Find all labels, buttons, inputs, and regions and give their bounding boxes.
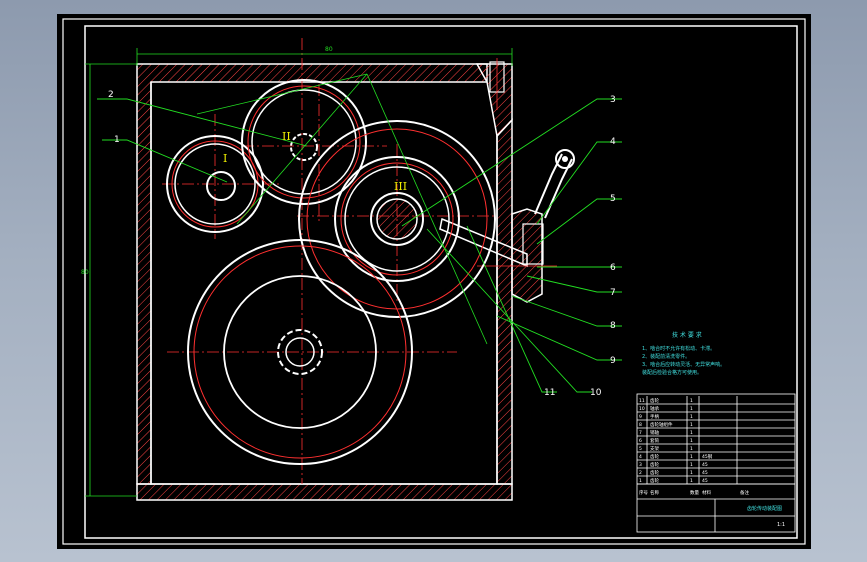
outer-frame [62,18,806,545]
parts-header-no: 序号 [639,489,648,496]
parts-cell-no: 1 [639,478,642,484]
parts-cell-name: 销轴 [650,429,659,436]
parts-cell-no: 2 [639,470,642,476]
title-block: 11 齿轮 110 轴承 19 手柄 18 齿轮轴组件 17 销轴 16 套筒 15 支架 14 齿轮 1 45钢… [636,393,796,533]
parts-cell-name: 齿轮 [650,469,659,476]
parts-cell-mat: 45 [702,462,708,468]
gear-assembly-drawing: 80 80 1 2 3 4 5 6 7 8 9 10 11 I II III 技… [62,18,806,545]
parts-cell-qty: 1 [690,478,693,484]
parts-cell-qty: 1 [690,406,693,412]
gearbox-housing [136,58,513,501]
parts-header-qty: 数量 [690,489,699,496]
tech-requirements: 技 术 要 求 1、啮合时不允许有松动、卡滞。 2、装配前清洗零件。 3、啮合后… [642,331,725,376]
parts-cell-no: 3 [639,462,642,468]
cad-viewport[interactable]: 80 80 1 2 3 4 5 6 7 8 9 10 11 I II III 技… [57,14,811,549]
parts-cell-name: 支架 [650,445,659,452]
parts-cell-qty: 1 [690,454,693,460]
parts-cell-qty: 1 [690,438,693,444]
parts-cell-mat: 45 [702,470,708,476]
gear-label-1: I [223,152,227,165]
callout-5: 5 [610,194,616,204]
parts-cell-no: 11 [639,398,645,404]
gear-label-2: II [282,130,291,143]
drawing-scale: 1:1 [777,522,785,528]
parts-cell-no: 8 [639,422,642,428]
gear-label-3: III [394,180,407,193]
parts-cell-qty: 1 [690,414,693,420]
parts-cell-mat: 45 [702,478,708,484]
parts-cell-no: 10 [639,406,645,412]
centerlines [162,38,497,484]
inner-frame [84,25,798,539]
callout-3: 3 [610,95,616,105]
parts-cell-name: 套筒 [650,437,659,444]
parts-cell-name: 齿轮 [650,477,659,484]
parts-cell-no: 7 [639,430,642,436]
parts-cell-qty: 1 [690,430,693,436]
parts-cell-qty: 1 [690,446,693,452]
drawing-name: 齿轮传动装配图 [747,505,782,512]
parts-cell-name: 齿轮 [650,453,659,460]
parts-cell-no: 6 [639,438,642,444]
callout-6: 6 [610,263,616,273]
parts-cell-qty: 1 [690,422,693,428]
tech-req-line-4: 装配后检验合格方可使用。 [642,369,702,376]
callout-8: 8 [610,321,616,331]
parts-header-mat: 材料 [702,489,711,496]
parts-cell-no: 4 [639,454,642,460]
parts-cell-mat: 45钢 [702,453,713,460]
callout-10: 10 [590,388,602,398]
callout-9: 9 [610,356,616,366]
tech-req-line-2: 2、装配前清洗零件。 [642,353,690,360]
tech-req-line-3: 3、啮合后应转动灵活、无异常声响。 [642,361,725,368]
callout-2: 2 [108,90,114,100]
parts-cell-name: 手柄 [650,413,659,420]
callout-4: 4 [610,137,616,147]
callout-1: 1 [114,135,120,145]
tech-req-title: 技 术 要 求 [672,331,702,339]
parts-cell-no: 5 [639,446,642,452]
parts-header-name: 名称 [650,489,659,496]
parts-cell-qty: 1 [690,462,693,468]
parts-header-note: 备注 [740,489,749,496]
callout-11: 11 [544,388,555,398]
parts-cell-name: 齿轮轴组件 [650,421,673,428]
tech-req-line-1: 1、啮合时不允许有松动、卡滞。 [642,345,715,352]
parts-cell-qty: 1 [690,470,693,476]
dimension-top-text: 80 [325,46,333,53]
dimension-left-text: 80 [81,269,89,276]
parts-cell-qty: 1 [690,398,693,404]
callout-7: 7 [610,288,616,298]
parts-cell-no: 9 [639,414,642,420]
parts-cell-name: 齿轮 [650,397,659,404]
parts-cell-name: 轴承 [650,405,659,412]
parts-cell-name: 齿轮 [650,461,659,468]
